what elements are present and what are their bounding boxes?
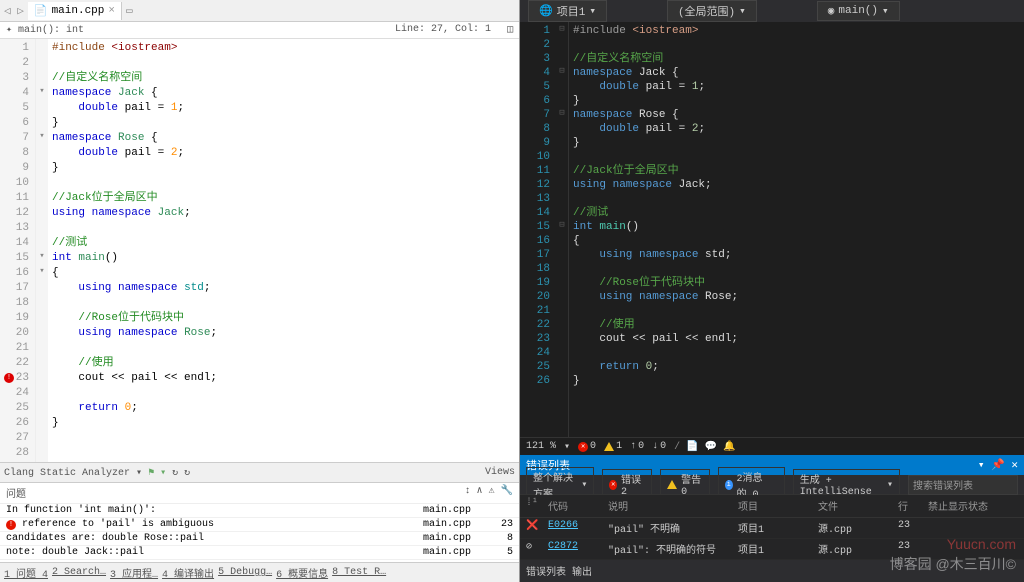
scope-selector[interactable]: (全局范围) ▾ <box>667 0 757 22</box>
left-editor[interactable]: 1234567891011121314151617181920212223242… <box>0 39 519 462</box>
problems-label: 问题 <box>6 485 26 501</box>
problem-row[interactable]: candidates are: double Rose::pailmain.cp… <box>0 532 519 546</box>
cursor-pos: Line: 27, Col: 1 <box>395 24 491 36</box>
problem-row[interactable]: In function 'int main()':main.cpp <box>0 504 519 518</box>
left-tab-bar: ◁ ▷ 📄 main.cpp × ▭ <box>0 0 519 22</box>
nav-arrows[interactable]: ◁ ▷ <box>0 4 28 18</box>
file-icon: 📄 <box>34 4 48 18</box>
file-tab-label: main.cpp <box>52 5 105 17</box>
file-tab[interactable]: 📄 main.cpp × <box>28 2 122 20</box>
views-label[interactable]: Views <box>485 467 515 478</box>
split-col-icon[interactable]: ◫ <box>507 24 513 36</box>
right-statusbar: 121 % ▾ ✕0 1 ↑0 ↓0 / 📄 💬 🔔 <box>520 437 1024 455</box>
function-selector[interactable]: ◉ main() ▾ <box>817 1 900 21</box>
problem-filters[interactable]: ↕ ∧ ⚠ 🔧 <box>465 485 514 501</box>
close-icon[interactable]: × <box>108 5 115 17</box>
left-bottom-tabs[interactable]: 1 问题 4 2 Search… 3 应用程… 4 编译输出 5 Debugg…… <box>0 562 519 582</box>
split-icon[interactable]: ▭ <box>126 4 133 18</box>
analyzer-label: Clang Static Analyzer <box>4 468 130 479</box>
left-problems-panel: 问题 ↕ ∧ ⚠ 🔧 In function 'int main()':main… <box>0 482 519 562</box>
project-selector[interactable]: 🌐 项目1 ▾ <box>528 0 607 22</box>
problem-row[interactable]: note: double Jack::pailmain.cpp5 <box>0 546 519 560</box>
zoom-level[interactable]: 121 % <box>526 441 556 452</box>
right-editor[interactable]: 1234567891011121314151617181920212223242… <box>520 22 1024 437</box>
search-error-list[interactable]: 搜索错误列表 <box>908 475 1018 495</box>
context-label: main(): int <box>18 25 84 36</box>
problem-row[interactable]: ! reference to 'pail' is ambiguousmain.c… <box>0 518 519 532</box>
watermark: Yuucn.com <box>947 536 1016 552</box>
watermark2: 博客园 @木三百川© <box>890 554 1016 574</box>
